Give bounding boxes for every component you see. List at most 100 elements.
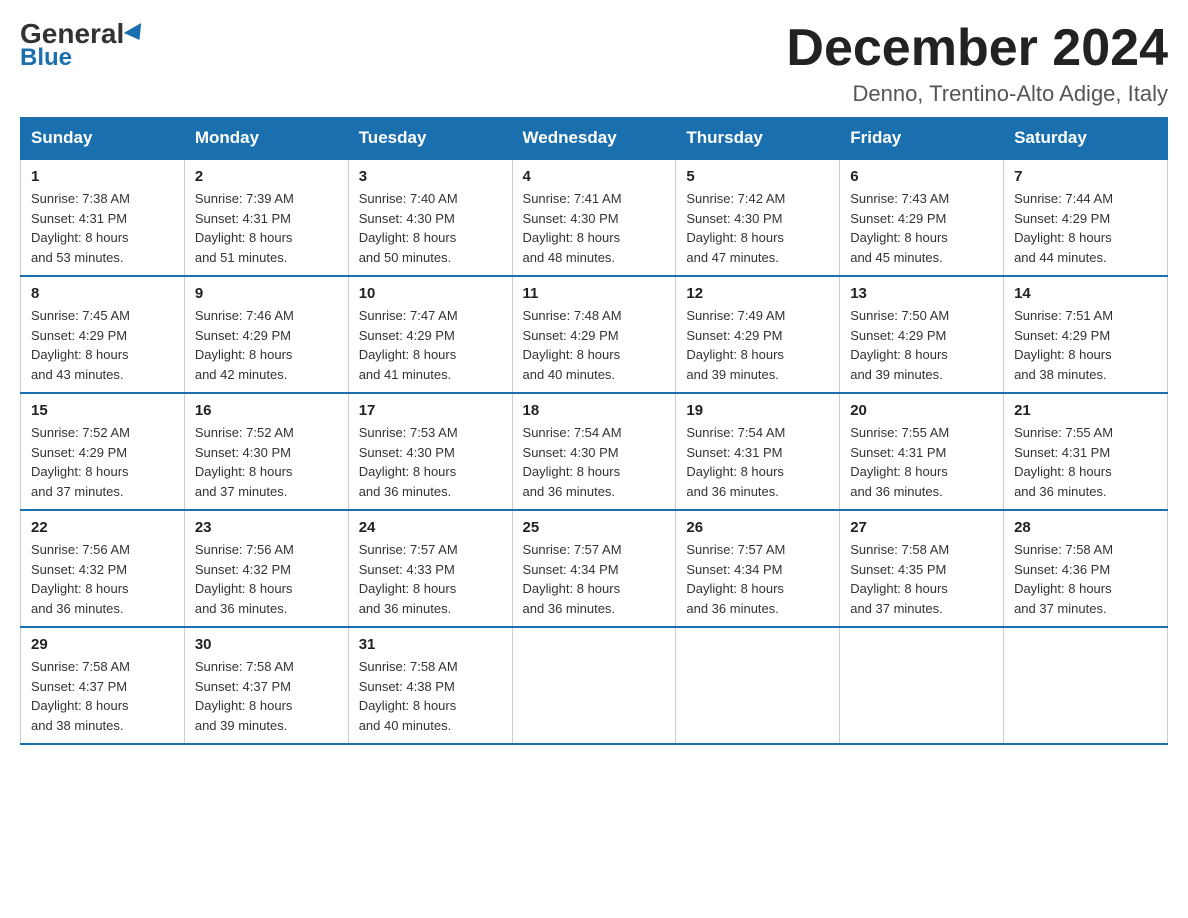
day-info: Sunrise: 7:54 AM Sunset: 4:30 PM Dayligh… (523, 423, 666, 501)
col-monday: Monday (184, 118, 348, 160)
day-number: 27 (850, 519, 993, 536)
day-number: 7 (1014, 168, 1157, 185)
table-row (676, 627, 840, 744)
calendar-week-row: 22 Sunrise: 7:56 AM Sunset: 4:32 PM Dayl… (21, 510, 1168, 627)
logo-blue: Blue (20, 44, 72, 72)
day-number: 25 (523, 519, 666, 536)
day-number: 2 (195, 168, 338, 185)
table-row: 15 Sunrise: 7:52 AM Sunset: 4:29 PM Dayl… (21, 393, 185, 510)
table-row: 12 Sunrise: 7:49 AM Sunset: 4:29 PM Dayl… (676, 276, 840, 393)
day-number: 21 (1014, 402, 1157, 419)
table-row: 27 Sunrise: 7:58 AM Sunset: 4:35 PM Dayl… (840, 510, 1004, 627)
table-row: 20 Sunrise: 7:55 AM Sunset: 4:31 PM Dayl… (840, 393, 1004, 510)
day-number: 23 (195, 519, 338, 536)
day-number: 18 (523, 402, 666, 419)
table-row: 11 Sunrise: 7:48 AM Sunset: 4:29 PM Dayl… (512, 276, 676, 393)
col-thursday: Thursday (676, 118, 840, 160)
day-info: Sunrise: 7:38 AM Sunset: 4:31 PM Dayligh… (31, 189, 174, 267)
table-row: 28 Sunrise: 7:58 AM Sunset: 4:36 PM Dayl… (1004, 510, 1168, 627)
day-number: 6 (850, 168, 993, 185)
table-row: 16 Sunrise: 7:52 AM Sunset: 4:30 PM Dayl… (184, 393, 348, 510)
day-number: 19 (686, 402, 829, 419)
day-info: Sunrise: 7:41 AM Sunset: 4:30 PM Dayligh… (523, 189, 666, 267)
day-info: Sunrise: 7:44 AM Sunset: 4:29 PM Dayligh… (1014, 189, 1157, 267)
table-row: 8 Sunrise: 7:45 AM Sunset: 4:29 PM Dayli… (21, 276, 185, 393)
calendar-header-row: Sunday Monday Tuesday Wednesday Thursday… (21, 118, 1168, 160)
day-number: 22 (31, 519, 174, 536)
day-number: 24 (359, 519, 502, 536)
table-row: 7 Sunrise: 7:44 AM Sunset: 4:29 PM Dayli… (1004, 159, 1168, 276)
table-row: 22 Sunrise: 7:56 AM Sunset: 4:32 PM Dayl… (21, 510, 185, 627)
day-info: Sunrise: 7:56 AM Sunset: 4:32 PM Dayligh… (195, 540, 338, 618)
day-info: Sunrise: 7:57 AM Sunset: 4:33 PM Dayligh… (359, 540, 502, 618)
day-number: 13 (850, 285, 993, 302)
table-row: 17 Sunrise: 7:53 AM Sunset: 4:30 PM Dayl… (348, 393, 512, 510)
table-row: 23 Sunrise: 7:56 AM Sunset: 4:32 PM Dayl… (184, 510, 348, 627)
calendar-week-row: 1 Sunrise: 7:38 AM Sunset: 4:31 PM Dayli… (21, 159, 1168, 276)
day-info: Sunrise: 7:57 AM Sunset: 4:34 PM Dayligh… (523, 540, 666, 618)
day-info: Sunrise: 7:52 AM Sunset: 4:29 PM Dayligh… (31, 423, 174, 501)
day-info: Sunrise: 7:48 AM Sunset: 4:29 PM Dayligh… (523, 306, 666, 384)
day-info: Sunrise: 7:40 AM Sunset: 4:30 PM Dayligh… (359, 189, 502, 267)
day-info: Sunrise: 7:42 AM Sunset: 4:30 PM Dayligh… (686, 189, 829, 267)
day-number: 12 (686, 285, 829, 302)
table-row: 4 Sunrise: 7:41 AM Sunset: 4:30 PM Dayli… (512, 159, 676, 276)
table-row (1004, 627, 1168, 744)
day-number: 4 (523, 168, 666, 185)
table-row: 29 Sunrise: 7:58 AM Sunset: 4:37 PM Dayl… (21, 627, 185, 744)
day-info: Sunrise: 7:54 AM Sunset: 4:31 PM Dayligh… (686, 423, 829, 501)
day-info: Sunrise: 7:56 AM Sunset: 4:32 PM Dayligh… (31, 540, 174, 618)
day-number: 16 (195, 402, 338, 419)
day-info: Sunrise: 7:53 AM Sunset: 4:30 PM Dayligh… (359, 423, 502, 501)
table-row: 5 Sunrise: 7:42 AM Sunset: 4:30 PM Dayli… (676, 159, 840, 276)
table-row: 6 Sunrise: 7:43 AM Sunset: 4:29 PM Dayli… (840, 159, 1004, 276)
table-row: 18 Sunrise: 7:54 AM Sunset: 4:30 PM Dayl… (512, 393, 676, 510)
table-row: 13 Sunrise: 7:50 AM Sunset: 4:29 PM Dayl… (840, 276, 1004, 393)
day-info: Sunrise: 7:52 AM Sunset: 4:30 PM Dayligh… (195, 423, 338, 501)
day-number: 26 (686, 519, 829, 536)
day-number: 1 (31, 168, 174, 185)
day-number: 14 (1014, 285, 1157, 302)
day-info: Sunrise: 7:45 AM Sunset: 4:29 PM Dayligh… (31, 306, 174, 384)
day-info: Sunrise: 7:39 AM Sunset: 4:31 PM Dayligh… (195, 189, 338, 267)
day-info: Sunrise: 7:58 AM Sunset: 4:35 PM Dayligh… (850, 540, 993, 618)
day-info: Sunrise: 7:50 AM Sunset: 4:29 PM Dayligh… (850, 306, 993, 384)
table-row: 1 Sunrise: 7:38 AM Sunset: 4:31 PM Dayli… (21, 159, 185, 276)
day-info: Sunrise: 7:58 AM Sunset: 4:38 PM Dayligh… (359, 657, 502, 735)
col-saturday: Saturday (1004, 118, 1168, 160)
day-number: 31 (359, 636, 502, 653)
calendar-week-row: 8 Sunrise: 7:45 AM Sunset: 4:29 PM Dayli… (21, 276, 1168, 393)
day-info: Sunrise: 7:55 AM Sunset: 4:31 PM Dayligh… (1014, 423, 1157, 501)
calendar-week-row: 15 Sunrise: 7:52 AM Sunset: 4:29 PM Dayl… (21, 393, 1168, 510)
day-number: 3 (359, 168, 502, 185)
day-info: Sunrise: 7:57 AM Sunset: 4:34 PM Dayligh… (686, 540, 829, 618)
table-row: 3 Sunrise: 7:40 AM Sunset: 4:30 PM Dayli… (348, 159, 512, 276)
table-row: 21 Sunrise: 7:55 AM Sunset: 4:31 PM Dayl… (1004, 393, 1168, 510)
table-row: 31 Sunrise: 7:58 AM Sunset: 4:38 PM Dayl… (348, 627, 512, 744)
day-info: Sunrise: 7:49 AM Sunset: 4:29 PM Dayligh… (686, 306, 829, 384)
day-info: Sunrise: 7:47 AM Sunset: 4:29 PM Dayligh… (359, 306, 502, 384)
table-row: 30 Sunrise: 7:58 AM Sunset: 4:37 PM Dayl… (184, 627, 348, 744)
day-number: 20 (850, 402, 993, 419)
day-info: Sunrise: 7:46 AM Sunset: 4:29 PM Dayligh… (195, 306, 338, 384)
day-number: 9 (195, 285, 338, 302)
day-number: 30 (195, 636, 338, 653)
table-row (512, 627, 676, 744)
col-friday: Friday (840, 118, 1004, 160)
day-number: 15 (31, 402, 174, 419)
col-wednesday: Wednesday (512, 118, 676, 160)
calendar-table: Sunday Monday Tuesday Wednesday Thursday… (20, 117, 1168, 745)
day-info: Sunrise: 7:58 AM Sunset: 4:36 PM Dayligh… (1014, 540, 1157, 618)
day-info: Sunrise: 7:55 AM Sunset: 4:31 PM Dayligh… (850, 423, 993, 501)
day-number: 17 (359, 402, 502, 419)
table-row: 14 Sunrise: 7:51 AM Sunset: 4:29 PM Dayl… (1004, 276, 1168, 393)
day-number: 11 (523, 285, 666, 302)
day-number: 28 (1014, 519, 1157, 536)
day-number: 5 (686, 168, 829, 185)
table-row: 24 Sunrise: 7:57 AM Sunset: 4:33 PM Dayl… (348, 510, 512, 627)
col-sunday: Sunday (21, 118, 185, 160)
table-row: 2 Sunrise: 7:39 AM Sunset: 4:31 PM Dayli… (184, 159, 348, 276)
table-row: 10 Sunrise: 7:47 AM Sunset: 4:29 PM Dayl… (348, 276, 512, 393)
table-row: 19 Sunrise: 7:54 AM Sunset: 4:31 PM Dayl… (676, 393, 840, 510)
col-tuesday: Tuesday (348, 118, 512, 160)
